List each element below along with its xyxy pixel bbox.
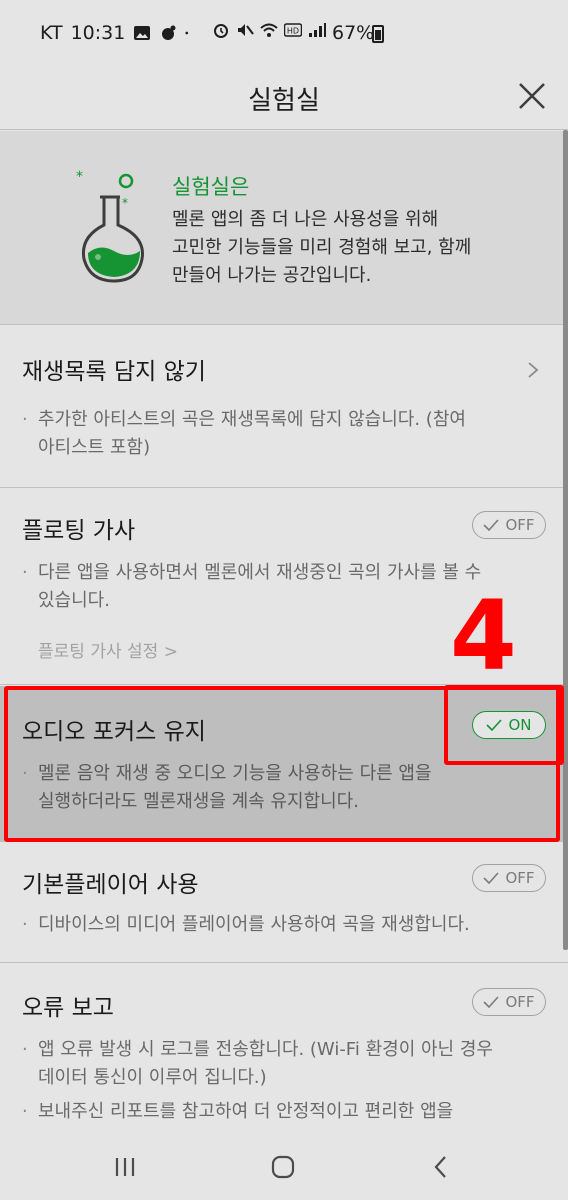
intro-line: 멜론 앱의 좀 더 나은 사용성을 위해 [172, 209, 439, 230]
setting-title: 기본플레이어 사용 [22, 872, 199, 898]
desc-line: 아티스트 포함) [38, 437, 151, 458]
desc-line: 멜론 음악 재생 중 오디오 기능을 사용하는 다른 앱을 [38, 763, 432, 784]
svg-text:*: * [122, 196, 128, 210]
navigation-bar [0, 1132, 568, 1200]
alarm-icon [214, 24, 228, 38]
toggle-label: OFF [505, 869, 535, 887]
toggle-label: ON [508, 716, 532, 734]
svg-text:*: * [76, 169, 83, 185]
desc-line: 디바이스의 미디어 플레이어를 사용하여 곡을 재생합니다. [38, 914, 470, 935]
hd-icon: HD [284, 23, 302, 37]
setting-default-player: 기본플레이어 사용 OFF 디바이스의 미디어 플레이어를 사용하여 곡을 재생… [0, 843, 568, 963]
check-icon [483, 996, 500, 1008]
signal-icon [309, 23, 326, 37]
dot-icon [185, 31, 189, 35]
scrollbar[interactable] [563, 130, 568, 950]
setting-audio-focus: 오디오 포커스 유지 ON 멜론 음악 재생 중 오디오 기능을 사용하는 다른… [0, 686, 568, 842]
page-title: 실험실 [248, 86, 320, 116]
close-icon[interactable] [514, 78, 550, 114]
setting-description: 보내주신 리포트를 참고하여 더 안정적이고 편리한 앱을 [22, 1098, 453, 1126]
clock: 10:31 [70, 22, 126, 44]
check-icon [483, 519, 500, 531]
melon-notification-icon [162, 25, 176, 40]
desc-line: 있습니다. [38, 590, 110, 611]
desc-line: 앱 오류 발생 시 로그를 전송합니다. (Wi-Fi 환경이 아닌 경우 [38, 1039, 493, 1060]
setting-description: 디바이스의 미디어 플레이어를 사용하여 곡을 재생합니다. [22, 911, 470, 939]
back-icon[interactable] [428, 1154, 454, 1180]
carrier-label: KT [40, 22, 63, 44]
svg-text:HD: HD [287, 27, 299, 36]
desc-line: 데이터 통신이 이루어 집니다.) [38, 1067, 267, 1088]
battery-percent: 67% [332, 22, 375, 44]
floating-lyrics-toggle[interactable]: OFF [472, 511, 546, 539]
status-bar: KT 10:31 HD 67% [0, 0, 568, 68]
recent-apps-icon[interactable] [112, 1154, 138, 1180]
status-left: KT 10:31 [40, 22, 193, 44]
setting-title: 오류 보고 [22, 995, 114, 1021]
desc-line: 다른 앱을 사용하면서 멜론에서 재생중인 곡의 가사를 볼 수 [38, 562, 482, 583]
intro-description: 멜론 앱의 좀 더 나은 사용성을 위해 고민한 기능들을 미리 경험해 보고,… [172, 206, 471, 290]
setting-playlist-exclude[interactable]: 재생목록 담지 않기 추가한 아티스트의 곡은 재생목록에 담지 않습니다. (… [0, 326, 568, 488]
setting-title: 오디오 포커스 유지 [22, 719, 206, 745]
toggle-label: OFF [505, 993, 535, 1011]
error-report-toggle[interactable]: OFF [472, 988, 546, 1016]
setting-description: 다른 앱을 사용하면서 멜론에서 재생중인 곡의 가사를 볼 수 있습니다. [22, 559, 481, 615]
desc-line: 실행하더라도 멜론재생을 계속 유지합니다. [38, 791, 359, 812]
desc-line: 추가한 아티스트의 곡은 재생목록에 담지 않습니다. (참여 [38, 409, 466, 430]
status-right: HD [212, 22, 326, 38]
default-player-toggle[interactable]: OFF [472, 864, 546, 892]
step-number-annotation: 4 [450, 580, 517, 692]
chevron-right-icon[interactable] [526, 360, 540, 380]
intro-line: 만들어 나가는 공간입니다. [172, 265, 372, 286]
setting-description: 멜론 음악 재생 중 오디오 기능을 사용하는 다른 앱을 실행하더라도 멜론재… [22, 760, 432, 816]
audio-focus-toggle[interactable]: ON [472, 711, 546, 739]
battery-icon [372, 25, 384, 43]
flask-icon: * * [76, 169, 144, 283]
setting-title: 재생목록 담지 않기 [22, 359, 206, 385]
header: 실험실 [0, 68, 568, 130]
intro-panel: * * 실험실은 멜론 앱의 좀 더 나은 사용성을 위해 고민한 기능들을 미… [0, 131, 568, 325]
setting-description: 앱 오류 발생 시 로그를 전송합니다. (Wi-Fi 환경이 아닌 경우 데이… [22, 1036, 493, 1092]
setting-title: 플로팅 가사 [22, 518, 136, 544]
intro-title: 실험실은 [172, 175, 250, 199]
toggle-label: OFF [505, 516, 535, 534]
check-icon [483, 872, 500, 884]
gallery-icon [134, 26, 151, 40]
check-icon [486, 719, 503, 731]
floating-lyrics-settings-link[interactable]: 플로팅 가사 설정 > [38, 637, 178, 662]
intro-line: 고민한 기능들을 미리 경험해 보고, 함께 [172, 237, 472, 258]
wifi-icon [260, 23, 278, 37]
setting-description: 추가한 아티스트의 곡은 재생목록에 담지 않습니다. (참여 아티스트 포함) [22, 406, 466, 462]
desc-line: 보내주신 리포트를 참고하여 더 안정적이고 편리한 앱을 [38, 1101, 454, 1122]
mute-icon [238, 24, 254, 36]
page: KT 10:31 HD 67% 실험실 * * 실험실은 멜론 앱의 좀 더 나… [0, 0, 568, 1200]
home-icon[interactable] [270, 1154, 296, 1180]
setting-error-report: 오류 보고 OFF 앱 오류 발생 시 로그를 전송합니다. (Wi-Fi 환경… [0, 964, 568, 1132]
